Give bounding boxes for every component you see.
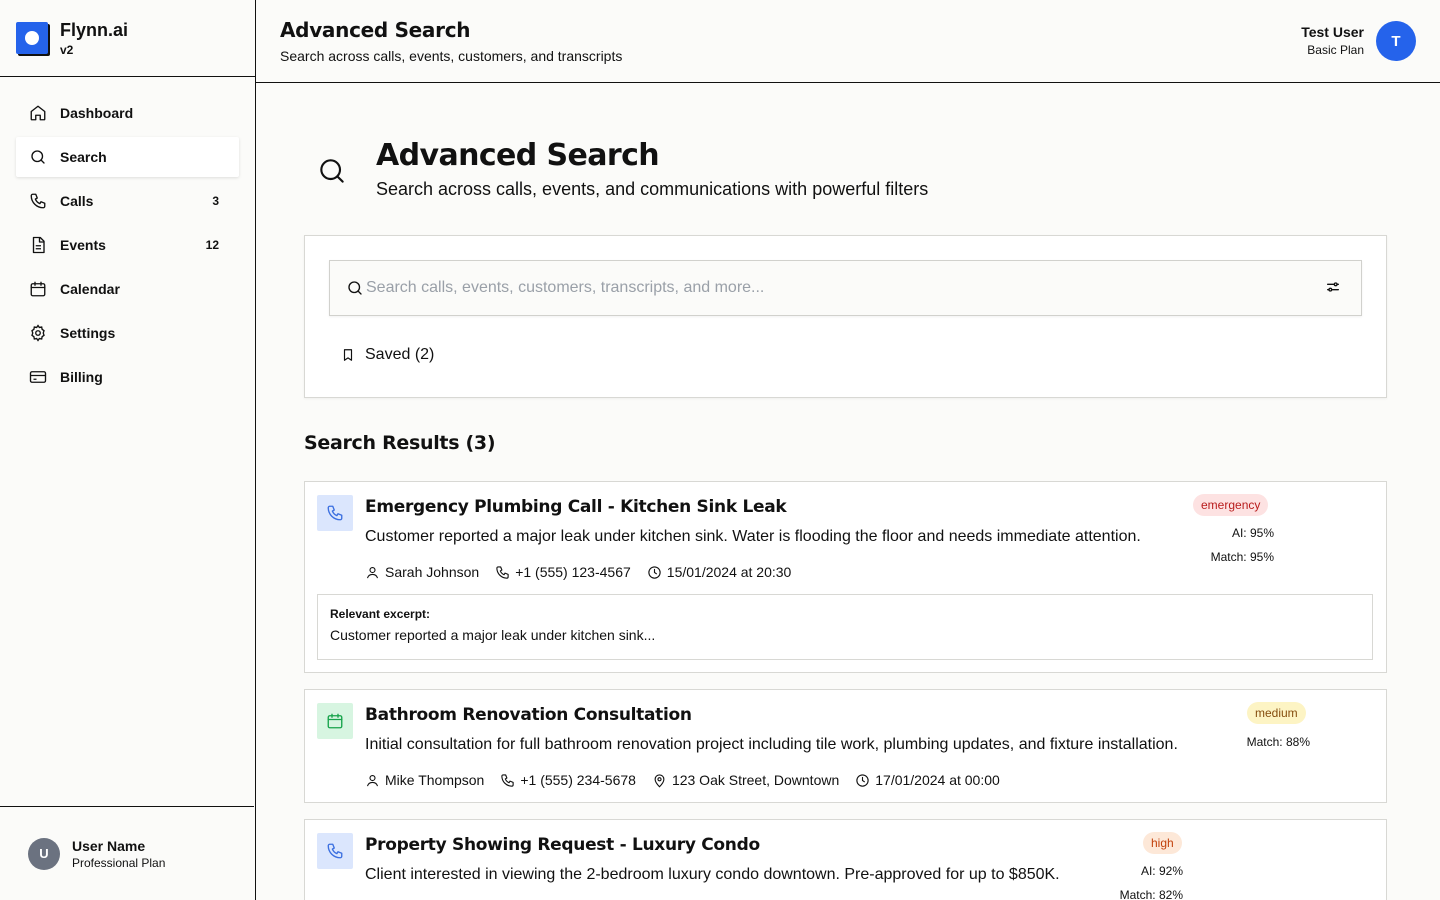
result-title[interactable]: Emergency Plumbing Call - Kitchen Sink L…	[365, 497, 787, 517]
calendar-icon	[28, 279, 48, 299]
sidebar: Flynn.ai v2 Dashboard Search Calls 3 Eve…	[0, 0, 256, 900]
match-score: Match: 88%	[1246, 735, 1310, 749]
result-customer-name: Sarah Johnson	[385, 564, 480, 580]
credit-card-icon	[28, 367, 48, 387]
match-score: Match: 95%	[1210, 550, 1274, 564]
map-pin-icon	[654, 773, 665, 788]
result-description: Customer reported a major leak under kit…	[365, 528, 1141, 545]
result-card[interactable]: Bathroom Renovation Consultation Initial…	[304, 689, 1387, 803]
result-phone-number: +1 (555) 123-4567	[515, 564, 631, 580]
phone-icon	[28, 191, 48, 211]
result-customer-name: Mike Thompson	[385, 772, 485, 788]
gear-icon	[28, 323, 48, 343]
brand-name: Flynn.ai	[60, 19, 129, 40]
calendar-icon	[317, 703, 353, 739]
sidebar-item-billing[interactable]: Billing	[16, 357, 239, 397]
document-icon	[28, 235, 48, 255]
result-card[interactable]: Property Showing Request - Luxury Condo …	[304, 819, 1387, 900]
sidebar-item-search[interactable]: Search	[16, 137, 239, 177]
result-description: Client interested in viewing the 2-bedro…	[365, 866, 1060, 883]
match-score: Match: 82%	[1119, 888, 1183, 900]
header-user-info: Test User Basic Plan	[1301, 24, 1364, 57]
sidebar-item-dashboard[interactable]: Dashboard	[16, 93, 239, 133]
result-title[interactable]: Bathroom Renovation Consultation	[365, 705, 692, 725]
status-badge: medium	[1247, 702, 1306, 724]
phone-icon	[317, 833, 353, 869]
sidebar-item-count: 3	[212, 194, 219, 208]
top-header: Advanced Search Search across calls, eve…	[256, 0, 1440, 83]
avatar: U	[28, 837, 60, 870]
filter-sliders-icon[interactable]	[1325, 279, 1341, 300]
search-box	[329, 260, 1362, 316]
result-title[interactable]: Property Showing Request - Luxury Condo	[365, 835, 760, 855]
status-badge: high	[1143, 832, 1182, 854]
phone-icon	[317, 495, 353, 531]
brand: Flynn.ai v2	[0, 0, 255, 77]
search-icon	[28, 147, 48, 167]
sidebar-item-label: Events	[60, 237, 106, 253]
status-badge: emergency	[1193, 494, 1269, 516]
user-icon	[366, 566, 379, 578]
search-icon	[346, 279, 364, 302]
clock-icon	[648, 565, 661, 579]
ai-score: AI: 95%	[1231, 526, 1274, 540]
result-phone-number: +1 (555) 234-5678	[520, 772, 636, 788]
sidebar-item-count: 12	[205, 238, 219, 252]
sidebar-item-settings[interactable]: Settings	[16, 313, 239, 353]
sidebar-nav: Dashboard Search Calls 3 Events 12 Calen…	[0, 77, 255, 397]
page-subtitle: Search across calls, events, and communi…	[376, 179, 929, 199]
phone-icon	[501, 773, 515, 787]
result-phone: +1 (555) 123-4567	[495, 564, 631, 580]
page-title: Advanced Search	[376, 138, 660, 173]
sidebar-item-label: Search	[60, 149, 107, 165]
result-description: Initial consultation for full bathroom r…	[365, 736, 1178, 753]
user-name: User Name	[72, 837, 146, 854]
result-excerpt: Relevant excerpt: Customer reported a ma…	[317, 594, 1373, 660]
excerpt-label: Relevant excerpt:	[330, 607, 431, 621]
result-customer: Sarah Johnson	[365, 564, 479, 580]
saved-searches-label: Saved (2)	[365, 346, 435, 363]
phone-icon	[496, 565, 509, 579]
home-icon	[28, 103, 48, 123]
header-title: Advanced Search	[280, 18, 471, 42]
result-meta: Sarah Johnson +1 (555) 123-4567 15/01/20…	[365, 564, 807, 580]
brand-version: v2	[60, 42, 74, 57]
sidebar-item-label: Settings	[60, 325, 116, 341]
clock-icon	[856, 773, 869, 787]
sidebar-item-label: Billing	[60, 369, 103, 385]
header-user-name: Test User	[1301, 24, 1364, 40]
result-meta: Mike Thompson +1 (555) 234-5678 123 Oak …	[365, 772, 1016, 788]
result-location-text: 123 Oak Street, Downtown	[671, 772, 840, 788]
sidebar-item-label: Dashboard	[60, 105, 134, 121]
result-datetime-text: 15/01/2024 at 20:30	[666, 564, 792, 580]
bookmark-icon	[343, 349, 353, 361]
saved-searches-button[interactable]: Saved (2)	[341, 346, 434, 364]
result-card[interactable]: Emergency Plumbing Call - Kitchen Sink L…	[304, 481, 1387, 673]
header-user-plan: Basic Plan	[1307, 43, 1364, 57]
result-datetime-text: 17/01/2024 at 00:00	[875, 772, 1000, 788]
result-customer: Mike Thompson	[365, 772, 484, 788]
sidebar-item-label: Calendar	[60, 281, 120, 297]
excerpt-text: Customer reported a major leak under kit…	[330, 627, 656, 643]
result-location: 123 Oak Street, Downtown	[652, 772, 839, 788]
results-title: Search Results (3)	[304, 432, 496, 454]
search-icon	[316, 155, 348, 187]
header-subtitle: Search across calls, events, customers, …	[280, 48, 623, 64]
sidebar-item-label: Calls	[60, 193, 94, 209]
sidebar-item-calls[interactable]: Calls 3	[16, 181, 239, 221]
search-input[interactable]	[366, 261, 1306, 314]
user-icon	[366, 774, 379, 786]
result-datetime: 17/01/2024 at 00:00	[855, 772, 1000, 788]
result-phone: +1 (555) 234-5678	[500, 772, 636, 788]
user-plan: Professional Plan	[72, 855, 166, 870]
search-panel: Saved (2)	[304, 235, 1387, 398]
brand-logo-icon	[16, 22, 48, 54]
sidebar-item-calendar[interactable]: Calendar	[16, 269, 239, 309]
sidebar-user[interactable]: U User Name Professional Plan	[0, 806, 254, 900]
ai-score: AI: 92%	[1140, 864, 1183, 878]
avatar[interactable]: T	[1376, 21, 1416, 61]
sidebar-item-events[interactable]: Events 12	[16, 225, 239, 265]
result-datetime: 15/01/2024 at 20:30	[647, 564, 792, 580]
